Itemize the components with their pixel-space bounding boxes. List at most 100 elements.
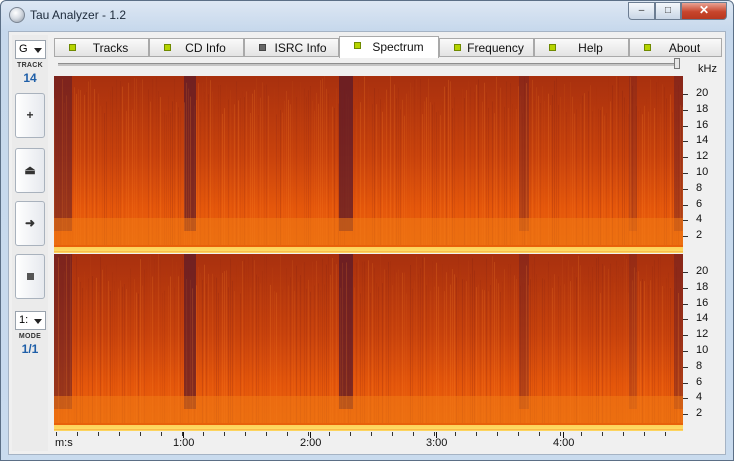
frequency-tick-label: 6 (696, 375, 703, 388)
frequency-tick-label: 20 (696, 87, 709, 99)
time-minor-tick (371, 432, 372, 436)
mode-dropdown[interactable]: 1: (15, 311, 46, 330)
frequency-tick-label: 8 (696, 359, 703, 372)
app-icon[interactable] (9, 7, 25, 23)
arrow-right-icon: ➜ (24, 216, 36, 230)
tab-help[interactable]: Help (534, 38, 629, 57)
time-minor-tick (623, 432, 624, 436)
plus-icon: + (26, 108, 34, 122)
frequency-tick-label: 10 (696, 166, 709, 178)
tab-tracks[interactable]: Tracks (54, 38, 149, 57)
slider-track (58, 63, 678, 66)
time-tick-label: 2:00 (300, 437, 322, 449)
tab-label: CD Info (185, 41, 226, 55)
time-minor-tick (119, 432, 120, 436)
frequency-tick (683, 141, 688, 143)
tab-label: Help (578, 41, 603, 55)
frequency-tick-label: 4 (696, 391, 703, 404)
eject-icon: ⏏ (24, 163, 36, 177)
time-minor-tick (287, 432, 288, 436)
time-minor-tick (266, 432, 267, 436)
title-bar[interactable]: Tau Analyzer - 1.2 ‒ □ ✕ (1, 1, 733, 29)
time-tick-label: 1:00 (173, 437, 195, 449)
mode-dropdown-value: 1: (19, 314, 29, 326)
frequency-tick-label: 8 (696, 181, 703, 194)
tab-isrc-info[interactable]: ISRC Info (244, 38, 339, 57)
frequency-tick (683, 398, 688, 400)
tab-bar: Tracks CD Info ISRC Info Spectrum Freque… (54, 36, 722, 58)
frequency-tick (683, 157, 688, 159)
frequency-tick-label: 12 (696, 328, 709, 341)
time-minor-tick (434, 432, 435, 436)
time-minor-tick (329, 432, 330, 436)
maximize-button[interactable]: □ (655, 2, 681, 20)
tab-about[interactable]: About (629, 38, 722, 57)
frequency-tick-label: 6 (696, 197, 703, 210)
tab-label: About (668, 41, 701, 55)
zoom-in-button[interactable]: + (15, 93, 45, 138)
status-led-icon (259, 44, 266, 51)
frequency-tick-label: 2 (696, 229, 703, 242)
frequency-tick-label: 4 (696, 213, 703, 226)
time-minor-tick (476, 432, 477, 436)
close-button[interactable]: ✕ (681, 2, 727, 20)
channel-dropdown[interactable]: G (15, 40, 46, 59)
frequency-tick-label: 20 (696, 265, 709, 277)
frequency-axis-bottom: 20 18 16 14 12 10 8 6 4 2 (683, 254, 721, 431)
stop-square-icon (26, 273, 34, 281)
spectrogram-right-image (54, 254, 683, 431)
frequency-tick (683, 204, 688, 206)
time-tick-label: 3:00 (426, 437, 448, 449)
tab-cd-info[interactable]: CD Info (149, 38, 244, 57)
frequency-tick (683, 272, 688, 273)
forward-button[interactable]: ➜ (15, 201, 45, 246)
slider-thumb[interactable] (674, 58, 680, 69)
time-minor-tick (77, 432, 78, 436)
frequency-tick (683, 351, 688, 352)
time-minor-tick (455, 432, 456, 436)
frequency-tick (683, 366, 688, 368)
time-minor-tick (413, 432, 414, 436)
app-window: Tau Analyzer - 1.2 ‒ □ ✕ G TRACK 14 + ⏏ … (0, 0, 734, 461)
status-led-icon (454, 44, 461, 51)
frequency-tick (683, 173, 688, 174)
minimize-button[interactable]: ‒ (628, 2, 655, 20)
frequency-tick-label: 14 (696, 134, 709, 147)
frequency-tick (683, 335, 688, 337)
mode-caption: MODE (18, 333, 42, 340)
time-minor-tick (644, 432, 645, 436)
time-minor-tick (665, 432, 666, 436)
frequency-tick-label: 12 (696, 150, 709, 163)
status-led-icon (549, 44, 556, 51)
spectrogram-left-image (54, 76, 683, 253)
time-minor-tick (560, 432, 561, 436)
spectrogram-left-channel[interactable] (54, 76, 683, 253)
tab-spectrum[interactable]: Spectrum (339, 36, 439, 58)
stop-button[interactable] (15, 254, 45, 299)
status-led-icon (69, 44, 76, 51)
spectrogram-right-channel[interactable] (54, 254, 683, 431)
frequency-tick-label: 16 (696, 118, 709, 131)
frequency-tick-label: 10 (696, 344, 709, 356)
time-unit-label: m:s (55, 437, 73, 449)
frequency-tick (683, 382, 688, 384)
position-slider[interactable] (58, 58, 680, 69)
time-minor-tick (497, 432, 498, 436)
tab-frequency[interactable]: Frequency (439, 38, 534, 57)
mode-value: 1/1 (21, 342, 39, 356)
time-minor-tick (539, 432, 540, 436)
frequency-tick (683, 236, 688, 238)
time-minor-tick (308, 432, 309, 436)
frequency-tick (683, 188, 688, 190)
chevron-down-icon (34, 48, 42, 53)
time-minor-tick (581, 432, 582, 436)
frequency-tick-label: 2 (696, 407, 703, 420)
time-minor-tick (140, 432, 141, 436)
eject-button[interactable]: ⏏ (15, 148, 45, 193)
channel-dropdown-value: G (19, 43, 28, 55)
frequency-tick (683, 319, 688, 321)
time-minor-tick (203, 432, 204, 436)
time-minor-tick (518, 432, 519, 436)
time-minor-tick (224, 432, 225, 436)
frequency-tick-label: 18 (696, 102, 709, 115)
